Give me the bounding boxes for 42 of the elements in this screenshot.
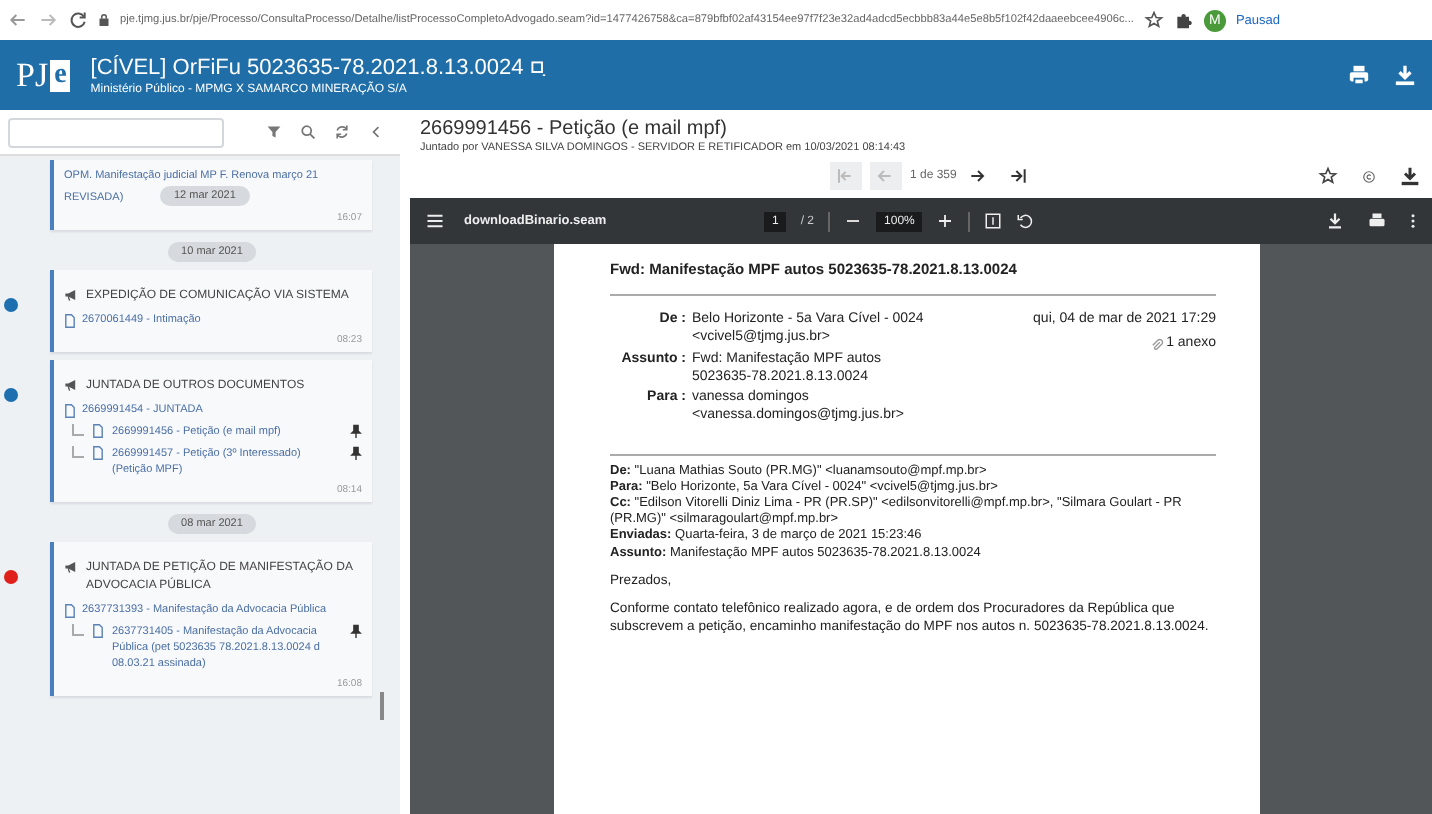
copyright-icon[interactable] [1362,169,1376,183]
copy-icon[interactable] [529,59,546,75]
download-icon[interactable] [1326,212,1344,230]
filter-icon[interactable] [266,124,282,140]
back-icon[interactable] [8,10,28,30]
search-field[interactable] [8,117,224,147]
paperclip-icon [1150,338,1165,352]
refresh-icon[interactable] [334,124,350,140]
collapse-icon[interactable] [368,124,384,140]
document-icon [92,624,104,638]
star-icon[interactable] [1318,166,1338,186]
star-icon[interactable] [1143,10,1164,30]
reload-icon[interactable] [68,10,88,30]
scrollbar[interactable] [380,692,384,720]
document-title: 2669991456 - Petição (e mail mpf) [418,116,729,142]
arrow-icon [1008,166,1029,186]
puzzle-icon[interactable] [1173,10,1194,30]
arrow-icon [834,166,854,186]
document-icon [64,403,76,417]
pin-icon[interactable] [350,446,362,460]
pin-icon[interactable] [350,424,362,438]
arrow-icon [968,166,989,186]
more-icon[interactable] [1410,212,1416,230]
search-icon[interactable] [300,124,316,140]
zoom-in-icon[interactable] [936,212,955,230]
download-icon[interactable] [1400,166,1420,186]
megaphone-icon [64,378,78,392]
print-icon[interactable] [1368,212,1386,230]
megaphone-icon [64,560,78,574]
arrow-icon [874,166,894,186]
fit-page-icon[interactable] [984,212,1003,230]
print-icon[interactable] [1348,64,1370,86]
download-icon[interactable] [1394,64,1416,86]
pin-icon[interactable] [350,624,362,638]
document-icon [64,313,76,327]
menu-icon[interactable] [426,212,444,230]
megaphone-icon [64,288,78,302]
lock-icon [98,12,110,28]
app-logo: PJ e [16,55,71,95]
rotate-icon[interactable] [1016,212,1035,230]
process-title[interactable]: [CÍVEL] OrFiFu 5023635-78.2021.8.13.0024 [90,55,524,79]
document-icon [64,603,76,617]
